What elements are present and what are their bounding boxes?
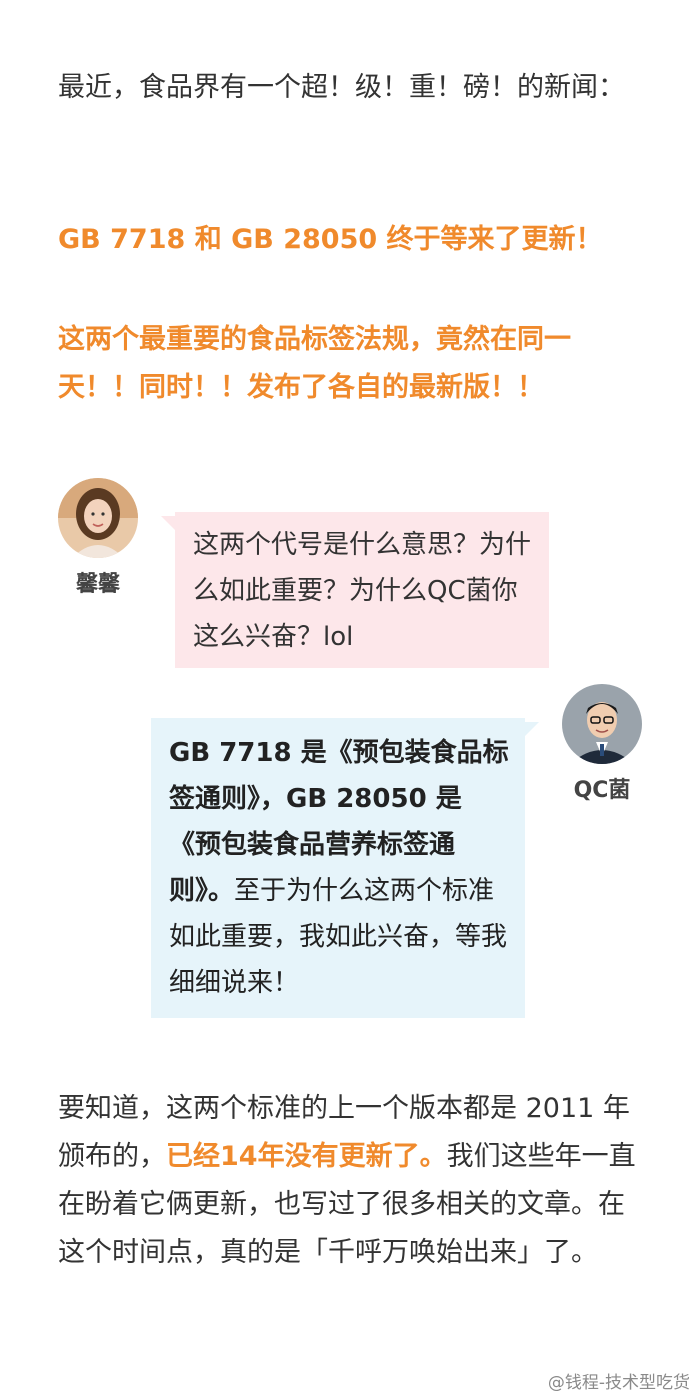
body-paragraph: 要知道，这两个标准的上一个版本都是 2011 年颁布的，已经14年没有更新了。我… [58, 1085, 648, 1277]
body-highlight: 已经14年没有更新了。 [166, 1141, 447, 1172]
xinxin-question-bubble: 这两个代号是什么意思？为什么如此重要？为什么QC菌你这么兴奋？lol [161, 512, 549, 668]
qc-name: QC菌 [573, 778, 631, 803]
xinxin-avatar [58, 478, 138, 558]
headline-same-day-release: 这两个最重要的食品标签法规，竟然在同一天！！同时！！发布了各自的最新版！！ [58, 324, 571, 403]
qc-avatar-image [562, 684, 642, 764]
xinxin-question-text: 这两个代号是什么意思？为什么如此重要？为什么QC菌你这么兴奋？lol [193, 530, 532, 652]
qc-answer-bubble: GB 7718 是《预包装食品标签通则》，GB 28050 是《预包装食品营养标… [151, 718, 539, 1018]
headline-gb-update: GB 7718 和 GB 28050 终于等来了更新！ [58, 224, 603, 255]
weibo-watermark: @钱程-技术型吃货 [547, 1373, 690, 1393]
xinxin-avatar-image [58, 478, 138, 558]
qc-avatar [562, 684, 642, 764]
xinxin-name: 馨馨 [75, 572, 120, 597]
intro-paragraph: 最近，食品界有一个超！级！重！磅！的新闻： [58, 72, 625, 103]
